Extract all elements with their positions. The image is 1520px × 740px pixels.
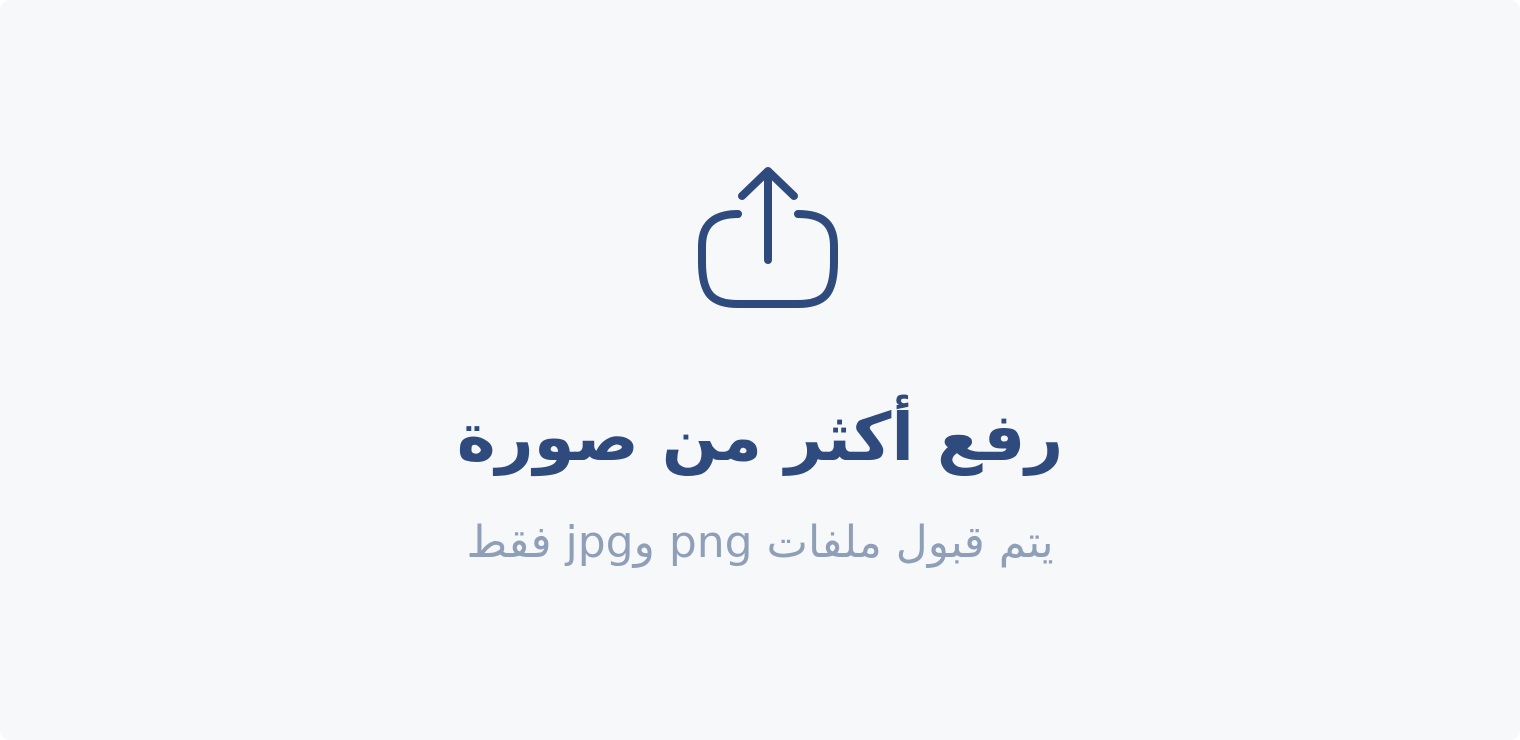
- upload-dropzone[interactable]: رفع أكثر من صورة يتم قبول ملفات png وjpg…: [0, 0, 1520, 740]
- accepted-formats-hint: يتم قبول ملفات png وjpg فقط: [466, 517, 1054, 568]
- upload-icon: [696, 166, 840, 310]
- upload-title: رفع أكثر من صورة: [456, 399, 1064, 476]
